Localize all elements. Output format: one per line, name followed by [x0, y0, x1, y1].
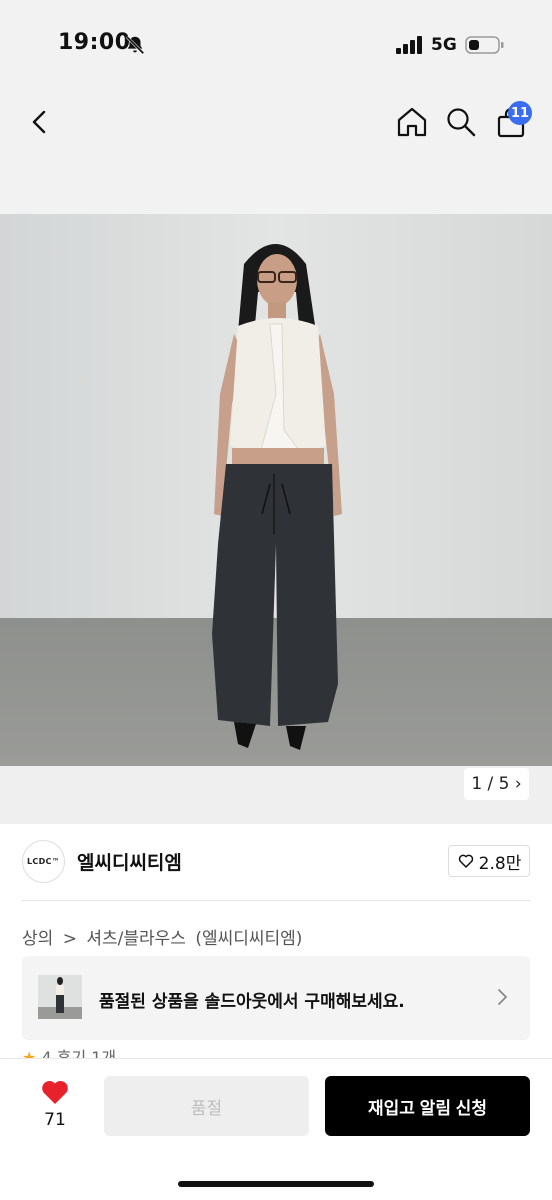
review-summary[interactable]: ★ 4 후기 1개 — [22, 1044, 116, 1058]
breadcrumb-category[interactable]: 상의 — [22, 929, 53, 949]
home-indicator — [178, 1181, 374, 1187]
top-navigation — [0, 90, 552, 214]
back-icon[interactable] — [24, 104, 56, 140]
star-icon: ★ — [22, 1048, 37, 1058]
brand-like-count: 2.8만 — [478, 853, 522, 874]
breadcrumb-subcategory[interactable]: 셔츠/블라우스 — [86, 929, 186, 949]
status-bar: 19:00 5G — [0, 0, 552, 90]
status-time: 19:00 — [58, 30, 131, 55]
banner-product-thumbnail — [38, 975, 82, 1019]
cart-count-badge: 11 — [508, 101, 532, 125]
image-counter[interactable]: 1 / 5 › — [464, 768, 529, 800]
divider — [22, 900, 530, 901]
brand-logo[interactable]: LCDC™ — [22, 840, 65, 883]
restock-alert-button[interactable]: 재입고 알림 신청 — [325, 1076, 530, 1136]
breadcrumb: 상의 > 셔츠/블라우스 (엘씨디씨티엠) — [22, 924, 306, 949]
heart-outline-icon — [458, 854, 473, 868]
network-type: 5G — [431, 35, 457, 55]
chevron-right-icon — [498, 989, 507, 1005]
brand-like-button[interactable]: 2.8만 — [448, 845, 530, 877]
review-count: 후기 1개 — [56, 1048, 117, 1058]
soldout-market-banner[interactable]: 품절된 상품을 솔드아웃에서 구매해보세요. — [22, 956, 530, 1040]
signal-icon — [396, 36, 422, 54]
search-icon[interactable] — [444, 104, 478, 140]
home-icon[interactable] — [395, 104, 429, 140]
breadcrumb-separator: > — [62, 929, 77, 949]
wish-count: 71 — [44, 1110, 66, 1130]
soldout-button[interactable]: 품절 — [104, 1076, 309, 1136]
product-photo[interactable] — [0, 214, 552, 766]
bell-muted-icon — [125, 35, 145, 55]
review-rating: 4 — [41, 1048, 52, 1058]
banner-text: 품절된 상품을 솔드아웃에서 구매해보세요. — [99, 992, 405, 1012]
battery-icon — [465, 36, 504, 54]
breadcrumb-brand[interactable]: (엘씨디씨티엠) — [195, 929, 302, 949]
heart-filled-icon[interactable] — [40, 1078, 70, 1106]
model-photo-illustration — [0, 214, 552, 766]
brand-name[interactable]: 엘씨디씨티엠 — [77, 848, 182, 875]
